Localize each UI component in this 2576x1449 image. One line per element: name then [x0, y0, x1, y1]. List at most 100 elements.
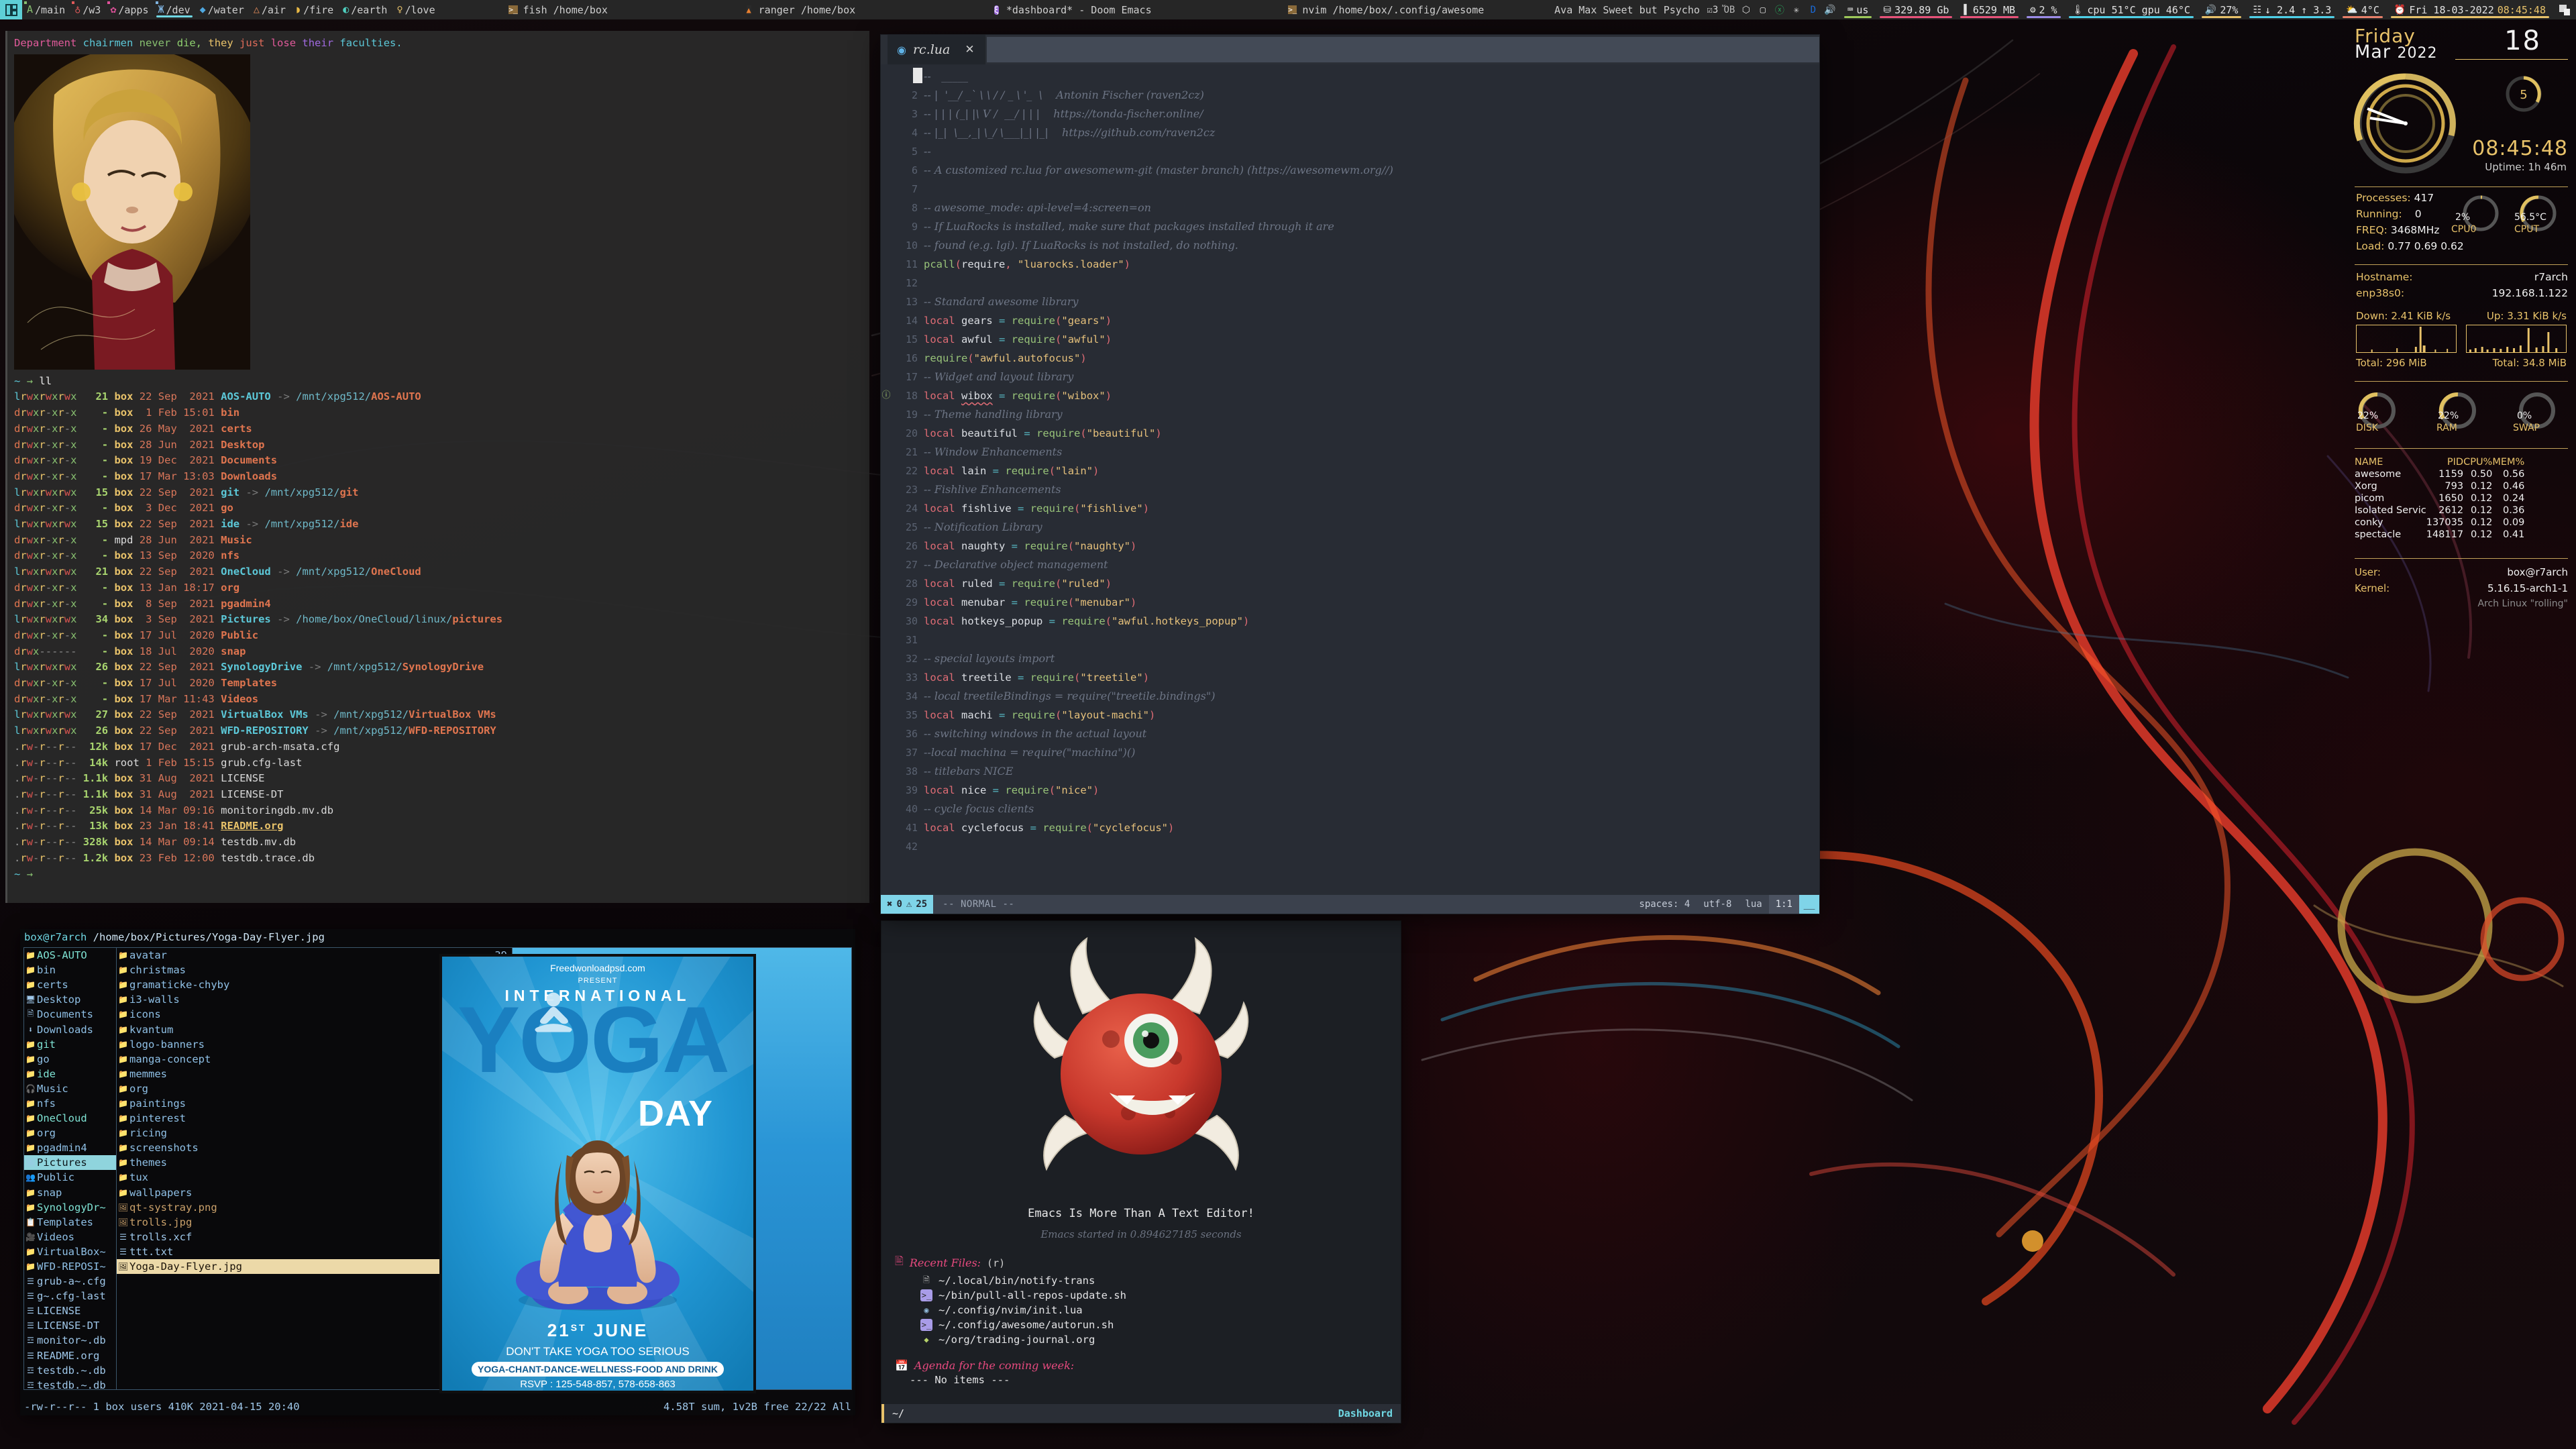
- volume-icon[interactable]: 🔊: [1824, 4, 1836, 16]
- ranger-parent-item[interactable]: 🖼Pictures: [24, 1155, 116, 1170]
- tag-water[interactable]: ◆/water: [195, 0, 249, 19]
- image-icon: 🖼: [118, 1218, 128, 1227]
- ranger-parent-item[interactable]: 🎥Videos: [24, 1230, 116, 1244]
- widget-temperature[interactable]: 🌡cpu 51°C gpu 46°C: [2065, 0, 2198, 19]
- emacs-dashboard-body[interactable]: Emacs Is More Than A Text Editor! Emacs …: [881, 921, 1401, 1400]
- tag-air[interactable]: △/air: [249, 0, 290, 19]
- recent-file-item[interactable]: ◉~/.config/nvim/init.lua: [920, 1304, 1401, 1316]
- nvim-editor[interactable]: 1-- _____ 2-- | '__/ _` \ \ / / _ \ '_ \…: [881, 64, 1819, 895]
- tag-apps[interactable]: ✿/apps: [105, 0, 153, 19]
- ranger-parent-item[interactable]: ☲monitor~.db: [24, 1333, 116, 1348]
- ranger-parent-item[interactable]: 📁snap: [24, 1185, 116, 1200]
- ls-prompt-line-2[interactable]: ~ →: [14, 867, 869, 883]
- widget-disk-free[interactable]: ⛁329.89 Gb: [1876, 0, 1956, 19]
- shield-icon[interactable]: ⬡: [1740, 4, 1752, 16]
- task-terminal[interactable]: >_fish /home/box: [504, 4, 610, 16]
- conky-divider-5: [2355, 558, 2568, 559]
- widget-clock[interactable]: ⏰Fri 18-03-202208:45:48: [2387, 0, 2553, 19]
- ranger-parent-item[interactable]: ⬇Downloads: [24, 1022, 116, 1036]
- nextcloud-icon[interactable]: ▢: [1757, 4, 1769, 16]
- nvim-diagnostics[interactable]: ✖ 0 ⚠ 25: [881, 895, 933, 914]
- processes-value: 417: [2414, 192, 2434, 204]
- widget-keyboard-layout[interactable]: ⌨us: [1840, 0, 1876, 19]
- ranger-parent-item[interactable]: ☲testdb.~.db: [24, 1363, 116, 1378]
- ranger-parent-item[interactable]: 🎧Music: [24, 1081, 116, 1096]
- ranger-parent-item[interactable]: 📁pgadmin4: [24, 1140, 116, 1155]
- tag-dev[interactable]: Ж/dev: [154, 0, 195, 19]
- ranger-parent-item[interactable]: 📋Templates: [24, 1215, 116, 1230]
- recent-file-item[interactable]: >_~/bin/pull-all-repos-update.sh: [920, 1289, 1401, 1301]
- ranger-parent-item[interactable]: 📁nfs: [24, 1096, 116, 1111]
- window-nvim[interactable]: ◉ rc.lua ✕ 1-- _____ 2-- | '__/ _` \ \ /…: [881, 35, 1819, 914]
- checkbox-3-icon[interactable]: ☑3: [1707, 4, 1719, 16]
- task-emacs[interactable]: ξ*dashboard* - Doom Emacs: [988, 4, 1155, 16]
- ranger-parent-item[interactable]: 📁VirtualBox~: [24, 1244, 116, 1259]
- taskbar[interactable]: A/main♁/w3✿/appsЖ/dev◆/water△/air◗/fire◐…: [0, 0, 2576, 19]
- modeline-buffer: Dashboard: [1338, 1407, 1393, 1419]
- status-widgets[interactable]: ⌨us⛁329.89 Gb▌6529 MB⚙2 %🌡cpu 51°C gpu 4…: [1840, 0, 2553, 19]
- widget-memory[interactable]: ▌6529 MB: [1956, 0, 2023, 19]
- tag-w3[interactable]: ♁/w3: [70, 0, 105, 19]
- ranger-item-name: ttt.txt: [129, 1246, 173, 1258]
- ranger-parent-item[interactable]: 🗎Documents: [24, 1007, 116, 1022]
- ranger-item-name: OneCloud: [37, 1112, 87, 1124]
- layout-tile-icon[interactable]: [0, 0, 22, 19]
- tag-list[interactable]: A/main♁/w3✿/appsЖ/dev◆/water△/air◗/fire◐…: [22, 0, 440, 19]
- ranger-parent-item[interactable]: 📁org: [24, 1126, 116, 1140]
- ranger-item-name: Downloads: [37, 1024, 93, 1036]
- terminal-icon: >_: [507, 4, 519, 15]
- tag-earth[interactable]: ◐/earth: [338, 0, 392, 19]
- recent-file-item[interactable]: 🗎~/.local/bin/notify-trans: [920, 1275, 1401, 1287]
- fortune-quote: Department chairmen never die, they just…: [14, 36, 869, 52]
- nvim-buffer-tab[interactable]: ◉ rc.lua ✕: [888, 35, 985, 64]
- terminal-fish[interactable]: Department chairmen never die, they just…: [5, 31, 869, 903]
- ranger-parent-item[interactable]: 📁SynologyDr~: [24, 1200, 116, 1215]
- ranger-parent-item[interactable]: 📁ide: [24, 1067, 116, 1081]
- ranger-item-name: git: [37, 1038, 56, 1051]
- window-emacs-dashboard[interactable]: Emacs Is More Than A Text Editor! Emacs …: [881, 920, 1401, 1424]
- recent-file-item[interactable]: >_~/.config/awesome/autorun.sh: [920, 1319, 1401, 1331]
- ranger-parent-item[interactable]: 📁WFD-REPOSI~: [24, 1259, 116, 1274]
- ranger-parent-column[interactable]: 📁AOS-AUTO📁bin📁certs🖥Desktop🗎Documents⬇Do…: [24, 948, 117, 1389]
- task-terminal[interactable]: >_nvim /home/box/.config/awesome: [1284, 4, 1487, 16]
- disk-free-icon: ⛁: [1883, 5, 1891, 15]
- dropbox-icon[interactable]: D: [1807, 4, 1819, 16]
- ranger-parent-item[interactable]: ☰grub-a~.cfg: [24, 1274, 116, 1289]
- tag-fire[interactable]: ◗/fire: [290, 0, 338, 19]
- close-icon[interactable]: ✕: [965, 43, 974, 56]
- music-widget[interactable]: Ava Max Sweet but Psycho: [1552, 4, 1703, 16]
- ranger-parent-item[interactable]: 📁OneCloud: [24, 1111, 116, 1126]
- recent-file-item[interactable]: ◆~/org/trading-journal.org: [920, 1334, 1401, 1346]
- ranger-parent-item[interactable]: ☰LICENSE: [24, 1303, 116, 1318]
- text-icon: ☰: [25, 1321, 36, 1330]
- system-tray[interactable]: ☑3 ὌB ⬡ ▢ ⓧ ✳ D 🔊: [1703, 4, 1840, 16]
- ranger-parent-item[interactable]: 🖥Desktop: [24, 992, 116, 1007]
- recent-file-path: ~/.config/nvim/init.lua: [938, 1304, 1083, 1316]
- ranger-parent-item[interactable]: 👥Public: [24, 1170, 116, 1185]
- clipboard-icon[interactable]: ὌB: [1723, 4, 1735, 16]
- ranger-parent-item[interactable]: ☰g~.cfg-last: [24, 1289, 116, 1303]
- ranger-parent-item[interactable]: ☲testdb.~.db: [24, 1378, 116, 1389]
- nvim-titlebar[interactable]: ◉ rc.lua ✕: [881, 35, 1819, 64]
- tag-main[interactable]: A/main: [22, 0, 70, 19]
- line-number: 27: [892, 555, 924, 574]
- screenshot-indicator-icon[interactable]: [2553, 0, 2576, 19]
- ranger-parent-item[interactable]: ☰LICENSE-DT: [24, 1318, 116, 1333]
- task-list[interactable]: >_fish /home/box ▲ranger /home/box ξ*dashb…: [440, 0, 1552, 19]
- widget-volume[interactable]: 🔊27%: [2198, 0, 2246, 19]
- widget-cpu-usage[interactable]: ⚙2 %: [2023, 0, 2065, 19]
- ranger-parent-item[interactable]: 📁bin: [24, 963, 116, 977]
- syncthing-icon[interactable]: ⓧ: [1774, 4, 1786, 16]
- ranger-parent-item[interactable]: 📁certs: [24, 977, 116, 992]
- ranger-parent-item[interactable]: 📁git: [24, 1037, 116, 1052]
- tag-occupied-dot: [156, 1, 158, 4]
- task-ranger[interactable]: ▲ranger /home/box: [741, 4, 859, 16]
- code-line: 10-- found (e.g. lgi). If LuaRocks is no…: [881, 236, 1819, 255]
- ranger-parent-item[interactable]: 📁AOS-AUTO: [24, 948, 116, 963]
- slack-icon[interactable]: ✳: [1790, 4, 1803, 16]
- ranger-parent-item[interactable]: 📁go: [24, 1052, 116, 1067]
- tag-love[interactable]: ♀/love: [392, 0, 439, 19]
- widget-network[interactable]: ☷↓ 2.4 ↑ 3.3: [2245, 0, 2339, 19]
- widget-weather[interactable]: ⛅4°C: [2339, 0, 2387, 19]
- ranger-parent-item[interactable]: ☰README.org: [24, 1348, 116, 1363]
